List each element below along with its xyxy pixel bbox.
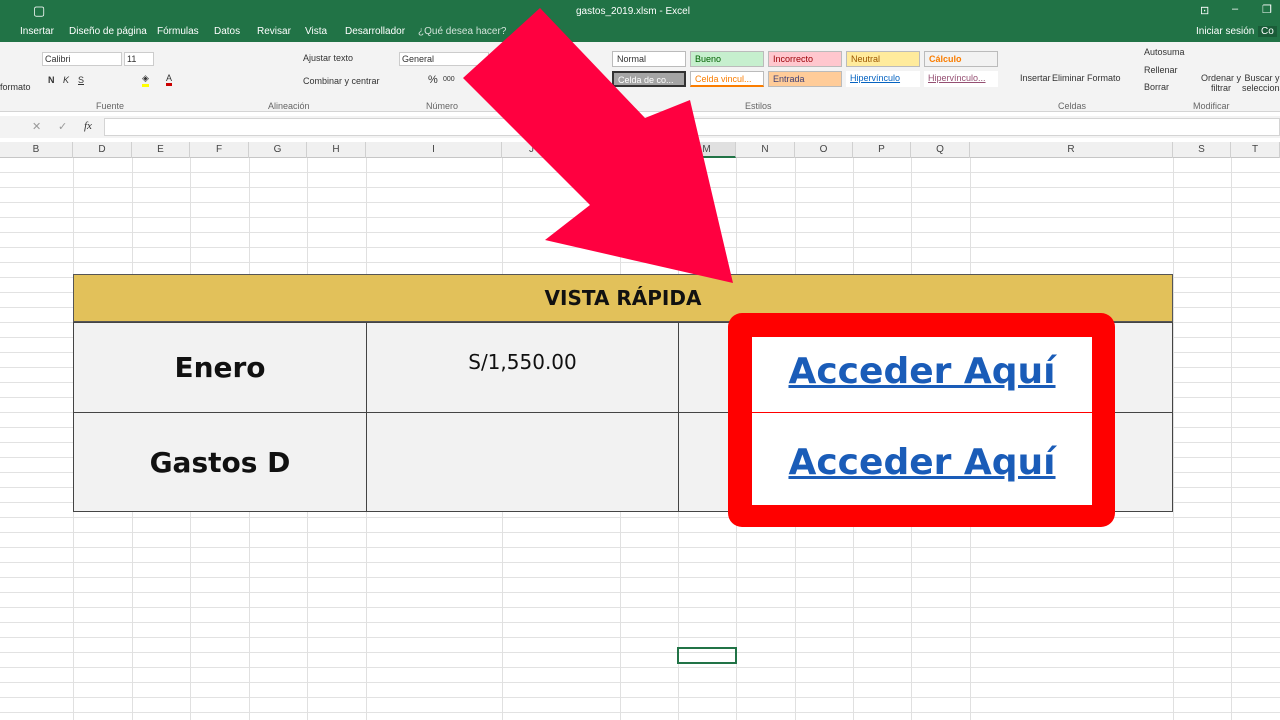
arrow-annotation — [463, 8, 733, 283]
arrow-icon — [463, 8, 733, 283]
